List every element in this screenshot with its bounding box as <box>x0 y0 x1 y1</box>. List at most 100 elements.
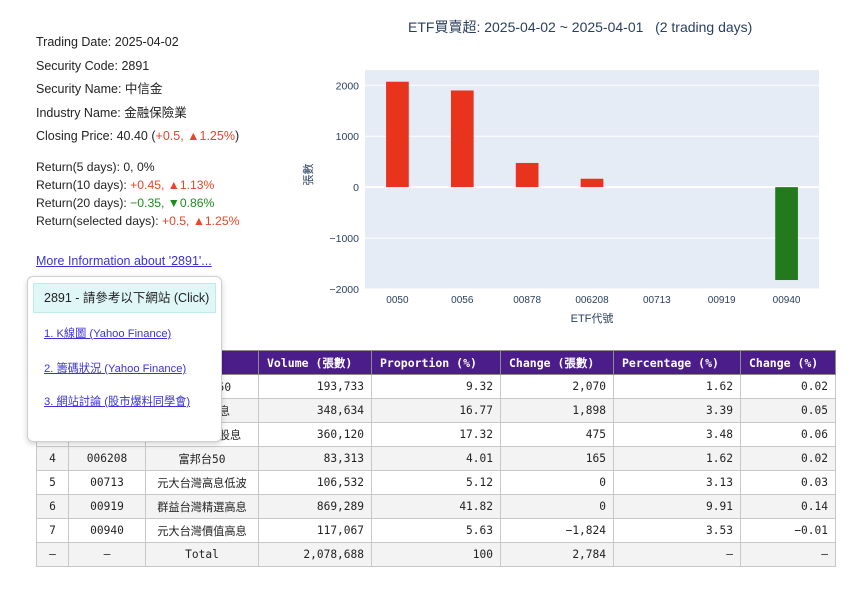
chart-title: ETF買賣超: 2025-04-02 ~ 2025-04-01 (2 tradi… <box>408 19 753 35</box>
cell-proportion: 5.12 <box>371 470 501 495</box>
cell-percentage: 1.62 <box>613 374 741 399</box>
trading-date: Trading Date: 2025-04-02 <box>36 35 179 49</box>
cell-percentage: 3.48 <box>613 422 741 447</box>
x-tick-label: 0050 <box>386 295 409 306</box>
cell-change-pct: 0.02 <box>740 374 836 399</box>
cell-etf-name: 元大台灣高息低波 <box>145 470 259 495</box>
cell-volume: 83,313 <box>258 446 372 471</box>
return-selected-days: Return(selected days): +0.5, ▲1.25% <box>36 212 276 230</box>
cell-etf-name: Total <box>145 542 259 567</box>
cell-change-pct: – <box>740 542 836 567</box>
table-row: 4 006208 富邦台50 83,313 4.01 165 1.62 0.02 <box>36 446 836 471</box>
cell-change-pct: 0.02 <box>740 446 836 471</box>
closing-price-label: Closing Price: 40.40 <box>36 129 148 143</box>
table-row: – – Total 2,078,688 100 2,784– – <box>36 542 836 567</box>
cell-volume: 2,078,688 <box>258 542 372 567</box>
cell-proportion: 4.01 <box>371 446 501 471</box>
cell-change-pct: 0.05 <box>740 398 836 423</box>
closing-paren-open: ( <box>147 129 156 143</box>
cell-change-lots: −1,824 <box>500 518 614 543</box>
cell-etf-code: 006208 <box>68 446 146 471</box>
cell-proportion: 9.32 <box>371 374 501 399</box>
col-header-volume[interactable]: Volume (張數) <box>258 350 372 375</box>
col-header-proportion[interactable]: Proportion (%) <box>371 350 501 375</box>
cell-proportion: 16.77 <box>371 398 501 423</box>
cell-volume: 869,289 <box>258 494 372 519</box>
x-tick-label: 00878 <box>513 295 541 306</box>
cell-proportion: 41.82 <box>371 494 501 519</box>
bar-0050 <box>386 81 409 188</box>
cell-change-lots: 165 <box>500 446 614 471</box>
cell-etf-code: 00919 <box>68 494 146 519</box>
return-5-days: Return(5 days): 0, 0% <box>36 158 276 176</box>
return-10-days: Return(10 days): +0.45, ▲1.13% <box>36 176 276 194</box>
more-info-popup: 2891 - 請參考以下網站 (Click) 1. K線圖 (Yahoo Fin… <box>27 276 222 442</box>
cell-volume: 106,532 <box>258 470 372 495</box>
cell-change-lots: 475 <box>500 422 614 447</box>
bar-00940 <box>775 187 798 281</box>
return-value: −0.35, ▼0.86% <box>130 195 215 210</box>
table-row: 7 00940 元大台灣價值高息 117,067 5.63 −1,824 3.53 −0.01 <box>36 518 836 543</box>
return-value: +0.5, ▲1.25% <box>162 213 240 228</box>
cell-proportion: 17.32 <box>371 422 501 447</box>
cell-row-index: 7 <box>36 518 69 543</box>
returns-list: Return(5 days): 0, 0% Return(10 days): +… <box>36 158 276 230</box>
return-value: 0, 0% <box>123 159 155 174</box>
cell-change-lots: 0 <box>500 494 614 519</box>
return-label: Return(selected days): <box>36 213 162 228</box>
y-tick-label: −2000 <box>330 284 360 296</box>
cell-percentage: 3.39 <box>613 398 741 423</box>
col-header-change-lots[interactable]: Change (張數) <box>500 350 614 375</box>
cell-etf-code: 00940 <box>68 518 146 543</box>
popup-title: 2891 - 請參考以下網站 (Click) <box>33 283 216 313</box>
closing-price: Closing Price: 40.40 (+0.5, ▲1.25%) <box>36 126 276 150</box>
bar-00878 <box>515 162 539 188</box>
table-row: 5 00713 元大台灣高息低波 106,532 5.12 0 3.13 0.03 <box>36 470 836 495</box>
cell-change-lots: 0 <box>500 470 614 495</box>
x-axis-label: ETF代號 <box>571 312 614 325</box>
col-header-percentage[interactable]: Percentage (%) <box>613 350 741 375</box>
cell-change-pct: 0.06 <box>740 422 836 447</box>
x-tick-label: 006208 <box>575 295 609 306</box>
cell-volume: 193,733 <box>258 374 372 399</box>
y-tick-label: 2000 <box>336 80 360 92</box>
bar-006208 <box>580 178 604 188</box>
cell-proportion: 100 <box>371 542 501 567</box>
bar-0056 <box>450 90 474 188</box>
forum-discussion-link[interactable]: 3. 網站討論 (股市爆料同學會) <box>44 393 190 409</box>
cell-change-lots: 1,898 <box>500 398 614 423</box>
x-tick-label: 00940 <box>773 295 801 306</box>
closing-paren-close: ) <box>234 129 240 143</box>
cell-etf-code: 00713 <box>68 470 146 495</box>
security-name: Security Name: 中信金 <box>36 82 163 96</box>
cell-change-pct: 0.03 <box>740 470 836 495</box>
x-tick-label: 0056 <box>451 295 474 306</box>
cell-etf-name: 群益台灣精選高息 <box>145 494 259 519</box>
security-code: Security Code: 2891 <box>36 58 150 73</box>
cell-row-index: 4 <box>36 446 69 471</box>
return-20-days: Return(20 days): −0.35, ▼0.86% <box>36 194 276 212</box>
x-tick-label: 00713 <box>643 295 671 306</box>
y-tick-label: −1000 <box>330 233 360 245</box>
chip-status-link[interactable]: 2. 籌碼狀況 (Yahoo Finance) <box>44 360 186 376</box>
col-header-change-pct[interactable]: Change (%) <box>740 350 836 375</box>
kline-chart-link[interactable]: 1. K線圖 (Yahoo Finance) <box>44 325 171 341</box>
cell-row-index: 5 <box>36 470 69 495</box>
cell-change-lots: 2,070 <box>500 374 614 399</box>
cell-proportion: 5.63 <box>371 518 501 543</box>
cell-change-lots: 2,784 <box>500 542 614 567</box>
cell-percentage: 1.62 <box>613 446 741 471</box>
cell-percentage: – <box>613 542 741 567</box>
industry-name: Industry Name: 金融保險業 <box>36 105 187 120</box>
return-value: +0.45, ▲1.13% <box>130 177 215 192</box>
cell-change-pct: −0.01 <box>740 518 836 543</box>
security-info-panel: Trading Date: 2025-04-02 Security Code: … <box>36 32 276 230</box>
y-axis-label: 張數 <box>302 164 315 186</box>
closing-price-change: +0.5, ▲1.25% <box>155 129 235 143</box>
cell-volume: 117,067 <box>258 518 372 543</box>
more-information-link[interactable]: More Information about '2891'... <box>36 254 212 268</box>
cell-volume: 360,120 <box>258 422 372 447</box>
cell-change-pct: 0.14 <box>740 494 836 519</box>
cell-percentage: 3.53 <box>613 518 741 543</box>
return-label: Return(5 days): <box>36 159 124 174</box>
